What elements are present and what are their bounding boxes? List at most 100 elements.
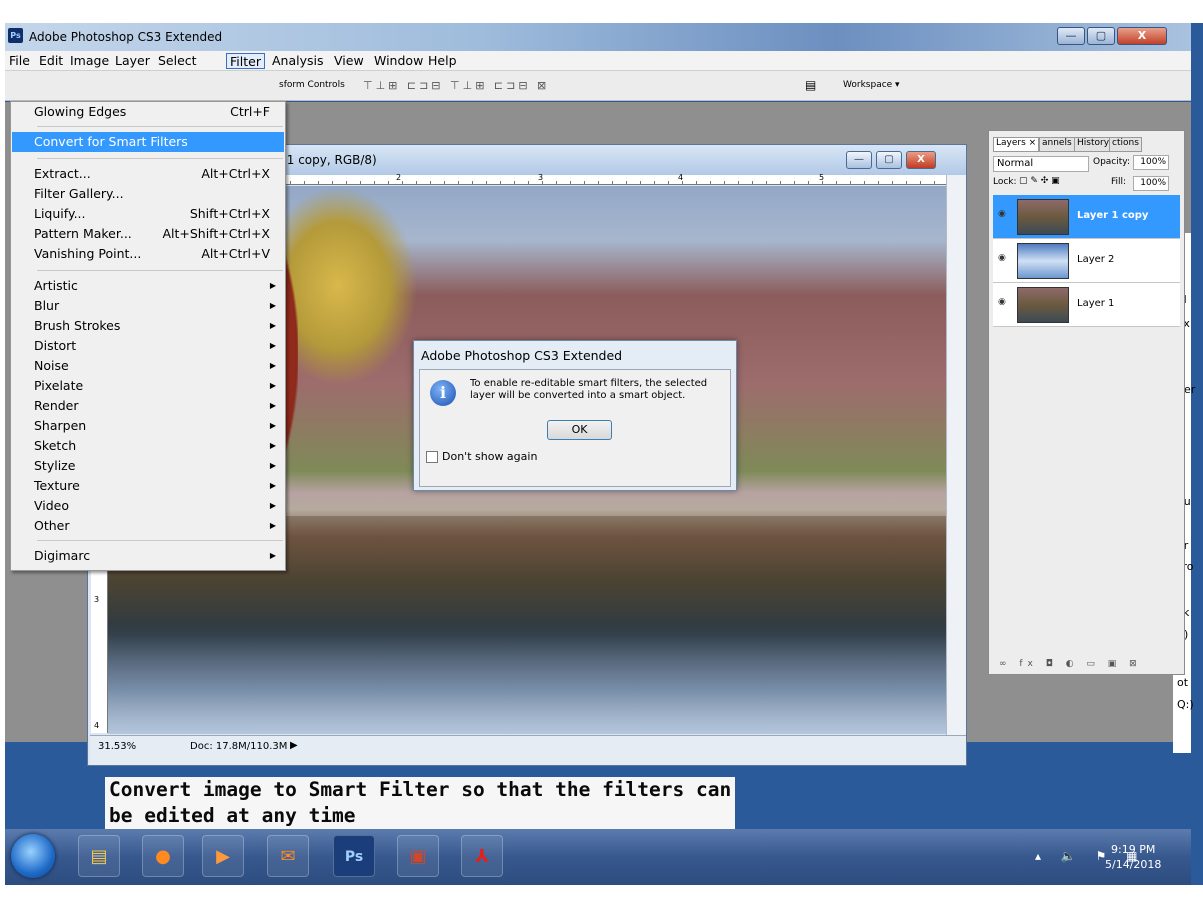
close-button[interactable]: X (1117, 27, 1167, 45)
menu-help[interactable]: Help (425, 53, 460, 69)
screenshot-frame: Ps Adobe Photoshop CS3 Extended — ▢ X Fi… (5, 23, 1203, 885)
layer-row[interactable]: ◉ Layer 1 (993, 283, 1180, 327)
layer-row[interactable]: ◉ Layer 2 (993, 239, 1180, 283)
mail-icon[interactable]: ✉ (267, 835, 309, 877)
status-arrow-icon[interactable]: ▶ (290, 740, 298, 751)
minimize-button[interactable]: — (1057, 27, 1085, 45)
menu-edit[interactable]: Edit (36, 53, 66, 69)
menu-item-filter-gallery[interactable]: Filter Gallery... (12, 184, 284, 204)
menu-item-sketch[interactable]: Sketch ▶ (12, 436, 284, 456)
menu-item-label: Distort (34, 338, 77, 353)
dialog-title: Adobe Photoshop CS3 Extended (421, 348, 623, 363)
menu-item-label: Sketch (34, 438, 77, 453)
acrobat-icon[interactable]: ⅄ (461, 835, 503, 877)
menu-item-extract[interactable]: Extract... Alt+Ctrl+X (12, 164, 284, 184)
menu-item-glowing-edges[interactable]: Glowing Edges Ctrl+F (12, 102, 284, 122)
menu-item-pixelate[interactable]: Pixelate ▶ (12, 376, 284, 396)
doc-maximize-button[interactable]: ▢ (876, 151, 902, 169)
eye-icon[interactable]: ◉ (998, 253, 1006, 263)
menu-item-liquify[interactable]: Liquify... Shift+Ctrl+X (12, 204, 284, 224)
ok-button[interactable]: OK (547, 420, 612, 440)
blend-mode-select[interactable]: Normal (993, 156, 1089, 172)
vertical-scrollbar[interactable] (946, 175, 966, 735)
ruler-mark: 4 (678, 173, 684, 182)
menu-view[interactable]: View (331, 53, 367, 69)
clock[interactable]: 9:19 PM 5/14/2018 (1105, 842, 1161, 872)
menu-item-label: Noise (34, 358, 69, 373)
menu-item-noise[interactable]: Noise ▶ (12, 356, 284, 376)
options-bar: sform Controls ⊤⊥⊞ ⊏⊐⊟ ⊤⊥⊞ ⊏⊐⊟ ⊠ ▤ Works… (5, 71, 1191, 101)
layers-footer-icons[interactable]: ∞ fx ◘ ◐ ▭ ▣ ⊠ (989, 659, 1184, 675)
menu-item-texture[interactable]: Texture ▶ (12, 476, 284, 496)
tab-actions[interactable]: ctions (1109, 137, 1142, 152)
menu-item-pattern-maker[interactable]: Pattern Maker... Alt+Shift+Ctrl+X (12, 224, 284, 244)
menu-item-digimarc[interactable]: Digimarc ▶ (12, 546, 284, 566)
menu-item-label: Vanishing Point... (34, 246, 142, 261)
maximize-button[interactable]: ▢ (1087, 27, 1115, 45)
menu-item-label: Brush Strokes (34, 318, 121, 333)
start-button[interactable] (11, 834, 55, 878)
align-icons[interactable]: ⊤⊥⊞ ⊏⊐⊟ ⊤⊥⊞ ⊏⊐⊟ ⊠ (363, 79, 549, 92)
menu-window[interactable]: Window (371, 53, 426, 69)
menu-item-render[interactable]: Render ▶ (12, 396, 284, 416)
powerpoint-icon[interactable]: ▣ (397, 835, 439, 877)
menu-item-label: Other (34, 518, 70, 533)
doc-close-button[interactable]: X (906, 151, 936, 169)
menu-item-label: Digimarc (34, 548, 91, 563)
doc-minimize-button[interactable]: — (846, 151, 872, 169)
tutorial-caption: Convert image to Smart Filter so that th… (105, 777, 736, 829)
menu-item-convert-smart-filters[interactable]: Convert for Smart Filters (12, 132, 284, 152)
menu-item-brush-strokes[interactable]: Brush Strokes ▶ (12, 316, 284, 336)
submenu-arrow-icon: ▶ (269, 321, 276, 330)
menu-filter[interactable]: Filter (226, 53, 265, 69)
menu-item-sharpen[interactable]: Sharpen ▶ (12, 416, 284, 436)
lock-icons[interactable]: ▢ ✎ ✣ ▣ (1019, 176, 1060, 186)
photoshop-logo-icon: Ps (8, 28, 23, 43)
submenu-arrow-icon: ▶ (269, 341, 276, 350)
transform-controls-checkbox[interactable]: sform Controls (279, 80, 345, 90)
menu-item-vanishing-point[interactable]: Vanishing Point... Alt+Ctrl+V (12, 244, 284, 264)
taskbar: ▤ ● ▶ ✉ Ps ▣ ⅄ ▴ 🔈 ⚑ ▦ 9:19 PM 5/14/2018 (5, 829, 1191, 885)
zoom-level[interactable]: 31.53% (98, 741, 136, 752)
menu-item-label: Pixelate (34, 378, 84, 393)
tab-layers[interactable]: Layers × (993, 137, 1040, 152)
ruler-mark: 5 (819, 173, 825, 182)
media-player-icon[interactable]: ▶ (202, 835, 244, 877)
menu-item-label: Extract... (34, 166, 91, 181)
menu-item-artistic[interactable]: Artistic ▶ (12, 276, 284, 296)
firefox-icon[interactable]: ● (142, 835, 184, 877)
menu-layer[interactable]: Layer (112, 53, 153, 69)
menu-select[interactable]: Select (155, 53, 200, 69)
opacity-field[interactable]: 100% (1133, 155, 1169, 170)
explorer-icon[interactable]: ▤ (78, 835, 120, 877)
photoshop-taskbar-icon[interactable]: Ps (333, 835, 375, 877)
tab-history[interactable]: History (1074, 137, 1113, 152)
dont-show-again-checkbox[interactable] (426, 451, 438, 463)
menu-analysis[interactable]: Analysis (269, 53, 327, 69)
menu-item-video[interactable]: Video ▶ (12, 496, 284, 516)
submenu-arrow-icon: ▶ (269, 521, 276, 530)
menu-item-blur[interactable]: Blur ▶ (12, 296, 284, 316)
menu-item-distort[interactable]: Distort ▶ (12, 336, 284, 356)
eye-icon[interactable]: ◉ (998, 209, 1006, 219)
layer-row[interactable]: ◉ Layer 1 copy (993, 195, 1180, 239)
menu-item-shortcut: Alt+Ctrl+V (201, 246, 270, 261)
document-title: r 1 copy, RGB/8) (278, 153, 377, 167)
background-text: Q:) (1177, 698, 1194, 711)
ruler-mark: 3 (94, 595, 100, 604)
layer-thumbnail (1017, 199, 1069, 235)
submenu-arrow-icon: ▶ (269, 421, 276, 430)
filter-menu: Glowing Edges Ctrl+F Convert for Smart F… (10, 101, 286, 571)
menu-file[interactable]: File (6, 53, 33, 69)
menu-image[interactable]: Image (67, 53, 112, 69)
menu-item-other[interactable]: Other ▶ (12, 516, 284, 536)
tab-channels[interactable]: annels (1039, 137, 1075, 152)
menu-separator (37, 540, 283, 541)
layer-name: Layer 2 (1077, 254, 1115, 265)
ruler-mark: 4 (94, 721, 100, 730)
menu-item-label: Convert for Smart Filters (34, 134, 188, 149)
fill-field[interactable]: 100% (1133, 176, 1169, 191)
menu-item-stylize[interactable]: Stylize ▶ (12, 456, 284, 476)
eye-icon[interactable]: ◉ (998, 297, 1006, 307)
workspace-dropdown[interactable]: Workspace ▾ (843, 80, 900, 90)
